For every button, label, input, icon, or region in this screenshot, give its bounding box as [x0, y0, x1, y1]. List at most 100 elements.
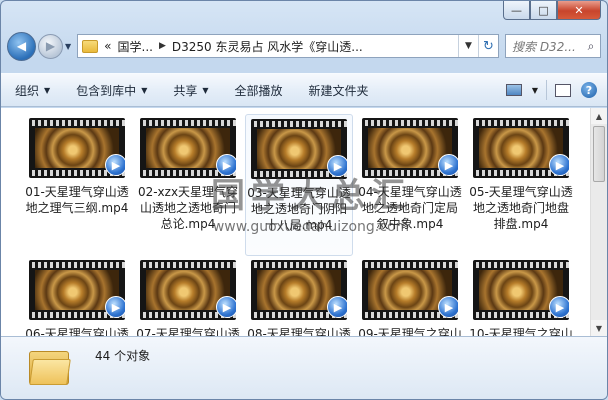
film-strip-decoration	[362, 120, 458, 126]
back-button[interactable]: ◀	[7, 31, 36, 61]
address-bar[interactable]: « 国学... ▶ D3250 东灵易占 风水学《穿山透... ▼ ↻	[77, 34, 499, 58]
address-bar-buttons: ▼ ↻	[458, 35, 498, 57]
video-thumbnail: ▶	[140, 118, 236, 178]
search-input[interactable]: 搜索 D32... ⌕	[505, 34, 601, 58]
include-in-library-menu[interactable]: 包含到库中 ▼	[76, 82, 147, 99]
chevron-down-icon: ▼	[141, 85, 148, 95]
film-strip-decoration	[140, 120, 236, 126]
minimize-button[interactable]: —	[503, 1, 530, 20]
close-button[interactable]: ✕	[557, 1, 601, 20]
file-name: 02-xzx天星理气穿山透地之透地奇门总论.mp4	[137, 185, 239, 231]
file-name: 07-天星理气穿山透地之透地奇门...	[136, 327, 240, 336]
video-thumbnail: ▶	[251, 260, 347, 320]
scrollbar-thumb[interactable]	[593, 126, 605, 182]
command-bar: 组织 ▼ 包含到库中 ▼ 共享 ▼ 全部播放 新建文件夹 ▼ ?	[1, 73, 607, 107]
preview-pane-icon[interactable]	[555, 83, 571, 97]
file-list-view[interactable]: ▶ 01-天星理气穿山透地之理气三纲.mp4 ▶ 02-xzx天星理气穿山透地之…	[1, 108, 607, 336]
file-item[interactable]: ▶ 07-天星理气穿山透地之透地奇门...	[134, 256, 242, 336]
file-item[interactable]: ▶ 10-天星理气之穿山透地之透地奇...	[467, 256, 575, 336]
video-thumbnail: ▶	[29, 260, 125, 320]
play-all-button[interactable]: 全部播放	[235, 82, 283, 99]
media-player-icon: ▶	[438, 154, 458, 176]
film-strip-decoration	[29, 262, 125, 268]
breadcrumb-item[interactable]: 国学...	[118, 38, 153, 55]
media-player-icon: ▶	[105, 154, 125, 176]
file-name: 06-天星理气穿山透地之透地奇门...	[25, 327, 129, 336]
view-controls: ▼ ?	[505, 80, 597, 100]
navigation-bar: ◀ ▶ ▼ « 国学... ▶ D3250 东灵易占 风水学《穿山透... ▼ …	[7, 31, 601, 61]
chevron-down-icon: ▼	[44, 85, 51, 95]
search-placeholder: 搜索 D32...	[512, 39, 576, 54]
toolbar-divider	[546, 80, 547, 100]
help-icon[interactable]: ?	[581, 82, 597, 98]
organize-label: 组织	[15, 83, 40, 98]
file-item[interactable]: ▶ 08-天星理气穿山透地之透地奇门...	[245, 256, 353, 336]
video-thumbnail: ▶	[29, 118, 125, 178]
media-player-icon: ▶	[105, 296, 125, 318]
file-name: 03-天星理气穿山透地之透地奇门阴阳十八局.mp4	[247, 186, 351, 232]
file-name: 04-天星理气穿山透地之透地奇门定局叙中象.mp4	[358, 185, 462, 231]
breadcrumb-item-current[interactable]: D3250 东灵易占 风水学《穿山透...	[172, 38, 363, 55]
file-item[interactable]: ▶ 01-天星理气穿山透地之理气三纲.mp4	[23, 114, 131, 256]
file-grid: ▶ 01-天星理气穿山透地之理气三纲.mp4 ▶ 02-xzx天星理气穿山透地之…	[23, 114, 578, 336]
share-label: 共享	[173, 83, 198, 98]
film-strip-decoration	[473, 262, 569, 268]
chevron-down-icon[interactable]: ▼	[532, 86, 538, 95]
media-player-icon: ▶	[327, 296, 347, 318]
file-item-selected[interactable]: ▶ 03-天星理气穿山透地之透地奇门阴阳十八局.mp4	[245, 114, 353, 256]
vertical-scrollbar[interactable]: ▲ ▼	[590, 108, 607, 336]
file-item[interactable]: ▶ 06-天星理气穿山透地之透地奇门...	[23, 256, 131, 336]
share-menu[interactable]: 共享 ▼	[173, 82, 208, 99]
details-pane: 44 个对象	[1, 336, 607, 399]
new-folder-button[interactable]: 新建文件夹	[309, 82, 369, 99]
arrow-right-icon: ▶	[45, 39, 56, 53]
breadcrumb-overflow[interactable]: «	[104, 39, 111, 53]
scroll-up-icon[interactable]: ▲	[591, 108, 607, 124]
file-name: 05-天星理气穿山透地之透地奇门地盘排盘.mp4	[469, 185, 573, 231]
forward-button[interactable]: ▶	[38, 33, 63, 59]
media-player-icon: ▶	[549, 154, 569, 176]
file-name: 08-天星理气穿山透地之透地奇门...	[247, 327, 351, 336]
change-view-icon[interactable]	[505, 84, 522, 96]
film-strip-decoration	[29, 120, 125, 126]
film-strip-decoration	[140, 262, 236, 268]
explorer-window: — □ ✕ ◀ ▶ ▼ « 国学... ▶ D3250 东灵易占 风水学《穿山透…	[0, 0, 608, 400]
scroll-down-icon[interactable]: ▼	[591, 320, 607, 336]
file-item[interactable]: ▶ 05-天星理气穿山透地之透地奇门地盘排盘.mp4	[467, 114, 575, 256]
film-strip-decoration	[251, 121, 347, 127]
media-player-icon: ▶	[216, 296, 236, 318]
include-library-label: 包含到库中	[76, 83, 137, 98]
file-name: 10-天星理气之穿山透地之透地奇...	[469, 327, 573, 336]
arrow-left-icon: ◀	[16, 39, 27, 53]
recent-pages-dropdown[interactable]: ▼	[65, 42, 71, 51]
folder-icon	[29, 351, 71, 385]
media-player-icon: ▶	[549, 296, 569, 318]
video-thumbnail: ▶	[473, 260, 569, 320]
video-thumbnail: ▶	[362, 260, 458, 320]
film-strip-decoration	[251, 262, 347, 268]
chevron-down-icon: ▼	[202, 85, 209, 95]
search-icon[interactable]: ⌕	[582, 39, 600, 54]
file-item[interactable]: ▶ 04-天星理气穿山透地之透地奇门定局叙中象.mp4	[356, 114, 464, 256]
video-thumbnail: ▶	[362, 118, 458, 178]
caption-buttons: — □ ✕	[503, 1, 601, 21]
organize-menu[interactable]: 组织 ▼	[15, 82, 50, 99]
film-strip-decoration	[473, 120, 569, 126]
address-dropdown-button[interactable]: ▼	[458, 35, 478, 57]
media-player-icon: ▶	[438, 296, 458, 318]
breadcrumb-separator-icon[interactable]: ▶	[159, 41, 166, 51]
media-player-icon: ▶	[216, 154, 236, 176]
video-thumbnail: ▶	[140, 260, 236, 320]
media-player-icon: ▶	[327, 155, 347, 177]
file-name: 01-天星理气穿山透地之理气三纲.mp4	[25, 185, 129, 215]
refresh-icon[interactable]: ↻	[478, 35, 498, 57]
file-item[interactable]: ▶ 02-xzx天星理气穿山透地之透地奇门总论.mp4	[134, 114, 242, 256]
folder-icon	[82, 39, 99, 53]
file-item[interactable]: ▶ 09-天星理气之穿山透地之透地奇...	[356, 256, 464, 336]
file-name: 09-天星理气之穿山透地之透地奇...	[358, 327, 462, 336]
folder-front	[29, 359, 71, 385]
video-thumbnail: ▶	[473, 118, 569, 178]
video-thumbnail: ▶	[251, 119, 347, 179]
film-strip-decoration	[362, 262, 458, 268]
maximize-button[interactable]: □	[530, 1, 557, 20]
